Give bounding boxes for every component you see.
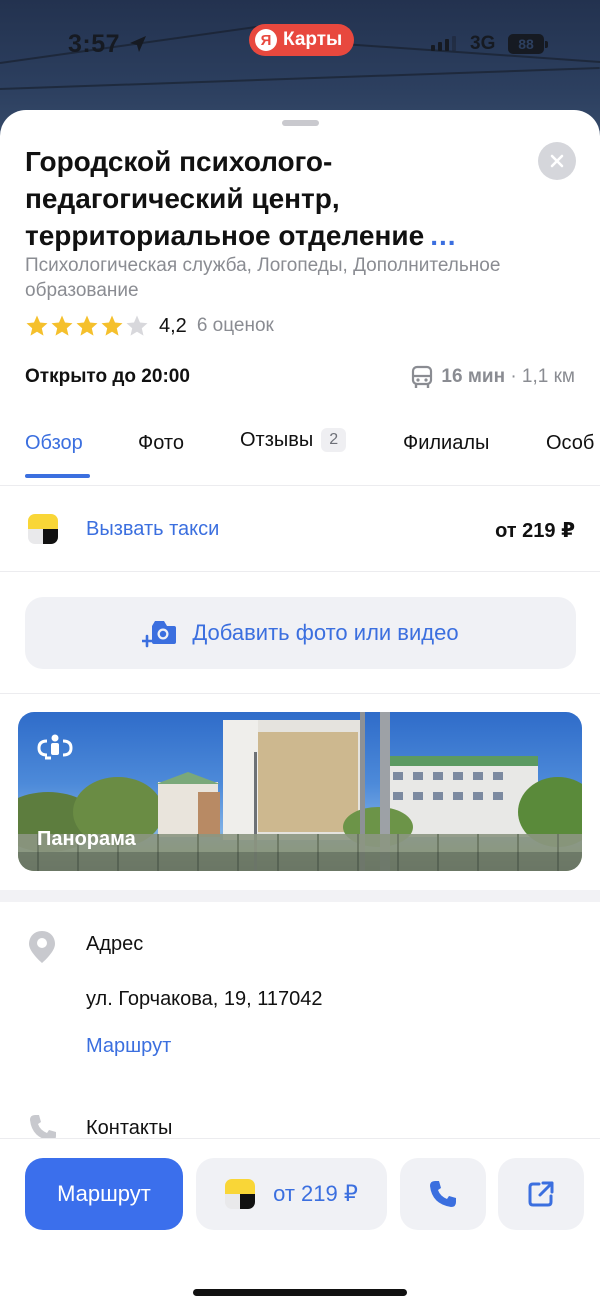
close-icon	[550, 154, 564, 168]
tab-photo[interactable]: Фото	[138, 432, 184, 455]
add-photo-label: Добавить фото или видео	[192, 620, 459, 645]
address-heading: Адрес	[86, 933, 144, 955]
taxi-price: от 219 ₽	[495, 520, 575, 542]
place-category: Психологическая служба, Логопеды, Дополн…	[25, 255, 501, 301]
star-icon	[26, 315, 48, 336]
phone-icon	[430, 1181, 456, 1207]
call-button[interactable]	[400, 1158, 486, 1230]
panorama-label: Панорама	[37, 828, 136, 850]
rating-stars	[25, 314, 149, 338]
tab-reviews-label: Отзывы	[240, 428, 314, 451]
reviews-count-badge: 2	[321, 428, 347, 452]
transit-time: 16 мин	[441, 366, 506, 387]
star-icon	[76, 315, 98, 336]
app-pill-label: Карты	[283, 29, 343, 50]
address-value[interactable]: ул. Горчакова, 19, 117042	[86, 988, 323, 1011]
yandex-maps-pill[interactable]: Я Карты	[249, 24, 355, 56]
yandex-taxi-icon	[225, 1179, 256, 1209]
star-icon	[51, 315, 73, 336]
tab-reviews[interactable]: Отзывы 2	[240, 428, 347, 452]
active-tab-indicator	[25, 474, 90, 478]
home-indicator[interactable]	[193, 1289, 407, 1296]
location-arrow-icon	[130, 36, 146, 52]
network-type: 3G	[470, 33, 496, 54]
signal-icon	[431, 36, 456, 51]
yandex-taxi-icon	[28, 514, 58, 544]
share-button[interactable]	[498, 1158, 584, 1230]
transit-distance: · 1,1 км	[505, 366, 575, 387]
bottom-action-bar: Маршрут от 219 ₽	[0, 1138, 600, 1300]
sheet-grabber[interactable]	[282, 120, 319, 126]
opening-hours[interactable]: Открыто до 20:00	[25, 366, 190, 388]
close-button[interactable]	[538, 142, 576, 180]
add-photo-button[interactable]: Добавить фото или видео	[25, 597, 576, 669]
tab-overview[interactable]: Обзор	[25, 432, 83, 455]
rating-row[interactable]: 4,2 6 оценок	[25, 314, 274, 338]
tab-features[interactable]: Особ	[546, 432, 594, 455]
divider	[0, 693, 600, 694]
panorama-icon	[37, 734, 73, 760]
place-title-text: Городской психолого-педагогический центр…	[25, 146, 425, 251]
status-time: 3:57	[68, 30, 121, 58]
place-title: Городской психолого-педагогический центр…	[25, 143, 525, 254]
title-more-button[interactable]: ...	[430, 220, 456, 251]
bus-icon	[412, 365, 433, 388]
add-photo-camera-icon	[142, 621, 177, 648]
tab-branches[interactable]: Филиалы	[403, 432, 489, 455]
battery-icon: 88	[508, 34, 548, 54]
place-card-sheet: Городской психолого-педагогический центр…	[0, 110, 600, 1300]
contacts-heading: Контакты	[86, 1117, 173, 1139]
tab-bar: Обзор Фото Отзывы 2 Филиалы Особ	[0, 428, 600, 486]
taxi-row[interactable]: Вызвать такси от 219 ₽	[0, 496, 600, 572]
location-pin-icon	[29, 931, 55, 963]
star-empty-icon	[126, 315, 148, 336]
call-taxi-link[interactable]: Вызвать такси	[86, 518, 219, 541]
star-icon	[101, 315, 123, 336]
address-route-link[interactable]: Маршрут	[86, 1035, 171, 1058]
section-separator	[0, 890, 600, 902]
taxi-button[interactable]: от 219 ₽	[196, 1158, 387, 1230]
transit-info[interactable]: 16 мин · 1,1 км	[411, 365, 575, 389]
route-button[interactable]: Маршрут	[25, 1158, 183, 1230]
yandex-logo-icon: Я	[255, 29, 277, 51]
rating-value: 4,2	[159, 314, 187, 337]
taxi-button-price: от 219 ₽	[273, 1181, 358, 1206]
rating-count: 6 оценок	[196, 315, 274, 336]
panorama-preview[interactable]: Панорама	[18, 712, 582, 871]
external-link-icon	[528, 1181, 554, 1207]
